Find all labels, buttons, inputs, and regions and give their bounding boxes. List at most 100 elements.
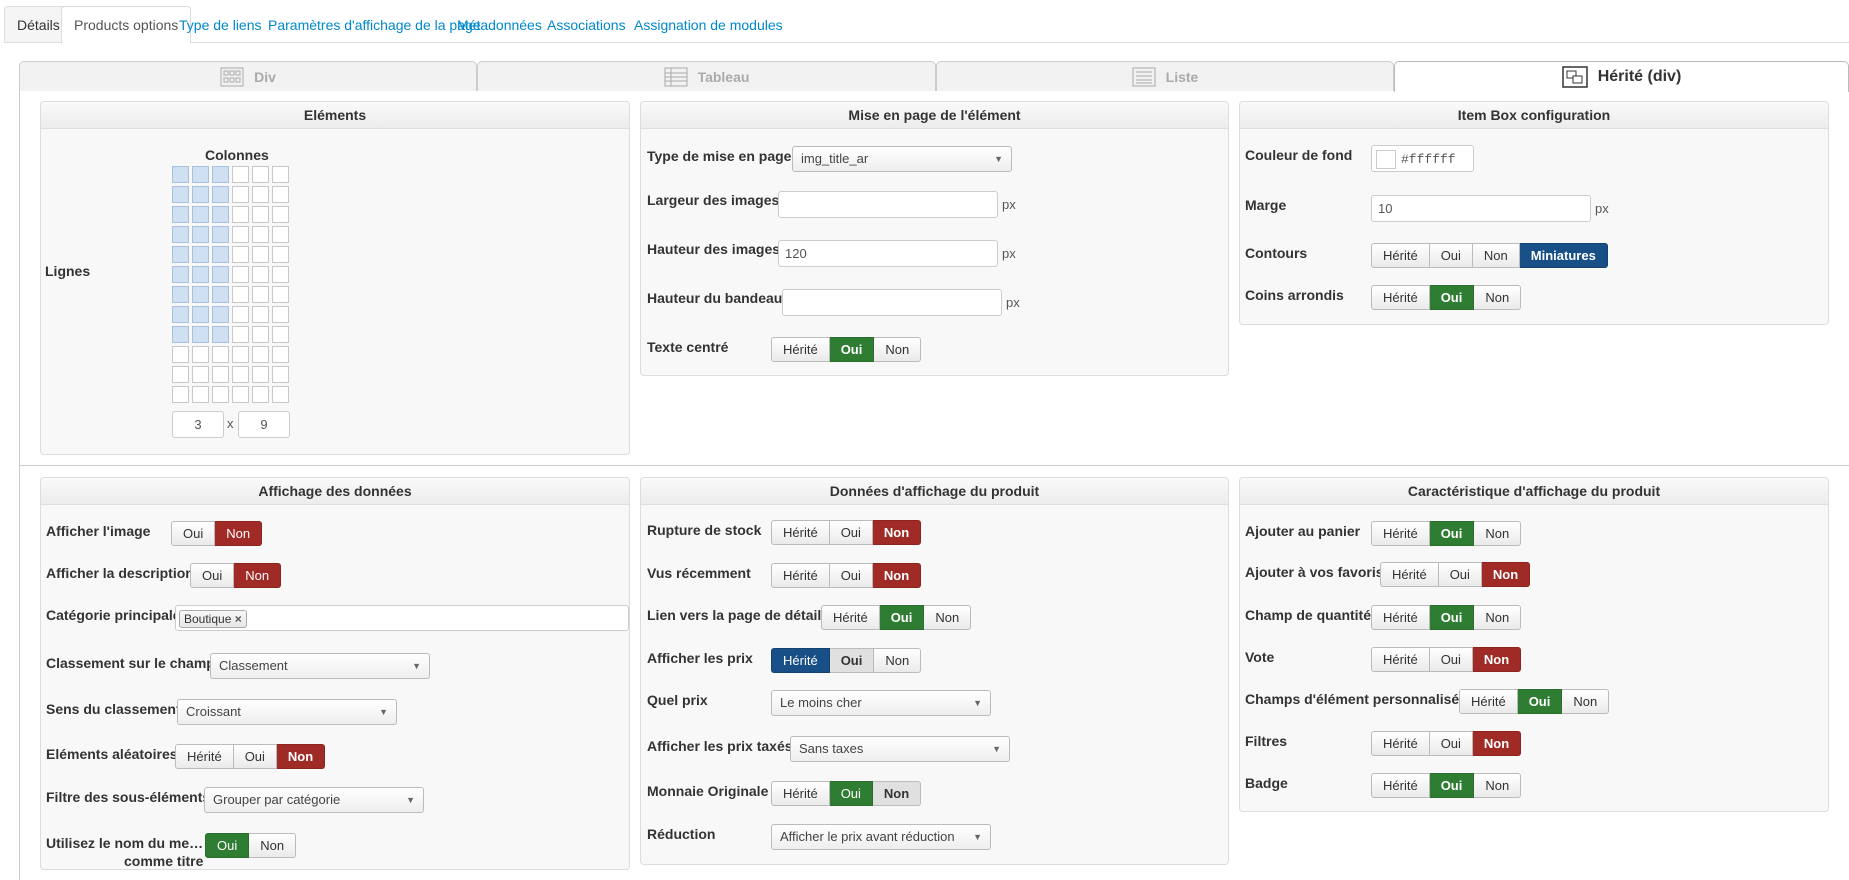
grid-cell[interactable] bbox=[272, 186, 289, 203]
grid-cell[interactable] bbox=[252, 306, 269, 323]
grid-cell[interactable] bbox=[232, 266, 249, 283]
prix-taxes-select[interactable]: Sans taxes ▼ bbox=[790, 736, 1010, 762]
filtres-oui-button[interactable]: Oui bbox=[1429, 731, 1473, 756]
grid-cell[interactable] bbox=[212, 286, 229, 303]
grid-cell[interactable] bbox=[272, 326, 289, 343]
monnaie-non-button[interactable]: Non bbox=[872, 781, 922, 806]
grid-cell[interactable] bbox=[192, 206, 209, 223]
grid-cell[interactable] bbox=[172, 166, 189, 183]
grid-cell[interactable] bbox=[252, 206, 269, 223]
vus-herite-button[interactable]: Hérité bbox=[771, 563, 830, 588]
badge-non-button[interactable]: Non bbox=[1474, 773, 1522, 798]
grid-cell[interactable] bbox=[212, 386, 229, 403]
filtres-non-button[interactable]: Non bbox=[1472, 731, 1522, 756]
layout-grid-selector[interactable] bbox=[172, 166, 289, 403]
filtre-sous-elements-select[interactable]: Grouper par catégorie ▼ bbox=[204, 787, 424, 813]
aleatoires-non-button[interactable]: Non bbox=[276, 744, 326, 769]
grid-cell[interactable] bbox=[272, 226, 289, 243]
badge-oui-button[interactable]: Oui bbox=[1429, 773, 1475, 798]
grid-cell[interactable] bbox=[232, 386, 249, 403]
rows-input[interactable]: 9 bbox=[238, 411, 290, 438]
contours-oui-button[interactable]: Oui bbox=[1429, 243, 1473, 268]
grid-cell[interactable] bbox=[252, 286, 269, 303]
favoris-non-button[interactable]: Non bbox=[1481, 562, 1531, 587]
grid-cell[interactable] bbox=[252, 166, 269, 183]
texte-centre-herite-button[interactable]: Hérité bbox=[771, 337, 830, 362]
grid-cell[interactable] bbox=[252, 266, 269, 283]
grid-cell[interactable] bbox=[252, 386, 269, 403]
grid-cell[interactable] bbox=[232, 346, 249, 363]
coins-oui-button[interactable]: Oui bbox=[1429, 285, 1475, 310]
tab-assignation-modules[interactable]: Assignation de modules bbox=[621, 6, 796, 43]
grid-cell[interactable] bbox=[232, 246, 249, 263]
grid-cell[interactable] bbox=[232, 166, 249, 183]
vote-oui-button[interactable]: Oui bbox=[1429, 647, 1473, 672]
layout-tab-div[interactable]: Div bbox=[19, 61, 477, 91]
grid-cell[interactable] bbox=[232, 286, 249, 303]
grid-cell[interactable] bbox=[212, 246, 229, 263]
grid-cell[interactable] bbox=[212, 266, 229, 283]
grid-cell[interactable] bbox=[192, 226, 209, 243]
grid-cell[interactable] bbox=[252, 186, 269, 203]
grid-cell[interactable] bbox=[172, 226, 189, 243]
contours-non-button[interactable]: Non bbox=[1472, 243, 1520, 268]
favoris-oui-button[interactable]: Oui bbox=[1438, 562, 1482, 587]
coins-non-button[interactable]: Non bbox=[1474, 285, 1522, 310]
grid-cell[interactable] bbox=[272, 306, 289, 323]
grid-cell[interactable] bbox=[172, 346, 189, 363]
vote-non-button[interactable]: Non bbox=[1472, 647, 1522, 672]
afficher-description-oui-button[interactable]: Oui bbox=[190, 563, 235, 588]
grid-cell[interactable] bbox=[252, 346, 269, 363]
grid-cell[interactable] bbox=[172, 326, 189, 343]
favoris-herite-button[interactable]: Hérité bbox=[1380, 562, 1439, 587]
grid-cell[interactable] bbox=[272, 246, 289, 263]
rupture-non-button[interactable]: Non bbox=[872, 520, 922, 545]
contours-herite-button[interactable]: Hérité bbox=[1371, 243, 1430, 268]
grid-cell[interactable] bbox=[212, 206, 229, 223]
grid-cell[interactable] bbox=[232, 326, 249, 343]
afficher-image-non-button[interactable]: Non bbox=[215, 521, 263, 546]
grid-cell[interactable] bbox=[272, 286, 289, 303]
grid-cell[interactable] bbox=[192, 186, 209, 203]
contours-miniatures-button[interactable]: Miniatures bbox=[1519, 243, 1608, 268]
grid-cell[interactable] bbox=[192, 346, 209, 363]
quantite-oui-button[interactable]: Oui bbox=[1429, 605, 1475, 630]
vus-oui-button[interactable]: Oui bbox=[829, 563, 873, 588]
grid-cell[interactable] bbox=[172, 186, 189, 203]
grid-cell[interactable] bbox=[272, 366, 289, 383]
grid-cell[interactable] bbox=[192, 166, 209, 183]
reduction-select[interactable]: Afficher le prix avant réduction ▼ bbox=[771, 824, 991, 850]
grid-cell[interactable] bbox=[192, 326, 209, 343]
vote-herite-button[interactable]: Hérité bbox=[1371, 647, 1430, 672]
grid-cell[interactable] bbox=[212, 166, 229, 183]
filtres-herite-button[interactable]: Hérité bbox=[1371, 731, 1430, 756]
grid-cell[interactable] bbox=[232, 226, 249, 243]
grid-cell[interactable] bbox=[212, 326, 229, 343]
couleur-fond-picker[interactable]: #ffffff bbox=[1371, 145, 1474, 172]
rupture-oui-button[interactable]: Oui bbox=[829, 520, 873, 545]
lien-herite-button[interactable]: Hérité bbox=[821, 605, 880, 630]
grid-cell[interactable] bbox=[172, 366, 189, 383]
grid-cell[interactable] bbox=[252, 246, 269, 263]
grid-cell[interactable] bbox=[232, 206, 249, 223]
afficher-description-non-button[interactable]: Non bbox=[234, 563, 282, 588]
grid-cell[interactable] bbox=[272, 166, 289, 183]
quantite-non-button[interactable]: Non bbox=[1474, 605, 1522, 630]
grid-cell[interactable] bbox=[252, 366, 269, 383]
grid-cell[interactable] bbox=[212, 186, 229, 203]
lien-oui-button[interactable]: Oui bbox=[879, 605, 925, 630]
grid-cell[interactable] bbox=[212, 226, 229, 243]
grid-cell[interactable] bbox=[192, 266, 209, 283]
grid-cell[interactable] bbox=[252, 326, 269, 343]
lien-non-button[interactable]: Non bbox=[924, 605, 972, 630]
grid-cell[interactable] bbox=[192, 386, 209, 403]
layout-tab-liste[interactable]: Liste bbox=[936, 61, 1394, 91]
categorie-principale-input[interactable]: Boutique × bbox=[175, 605, 629, 631]
grid-cell[interactable] bbox=[272, 386, 289, 403]
utilisez-nom-non-button[interactable]: Non bbox=[249, 833, 297, 858]
marge-input[interactable]: 10 bbox=[1371, 195, 1591, 222]
type-mise-en-page-select[interactable]: img_title_ar ▼ bbox=[792, 146, 1012, 172]
grid-cell[interactable] bbox=[172, 206, 189, 223]
coins-herite-button[interactable]: Hérité bbox=[1371, 285, 1430, 310]
texte-centre-oui-button[interactable]: Oui bbox=[829, 337, 875, 362]
